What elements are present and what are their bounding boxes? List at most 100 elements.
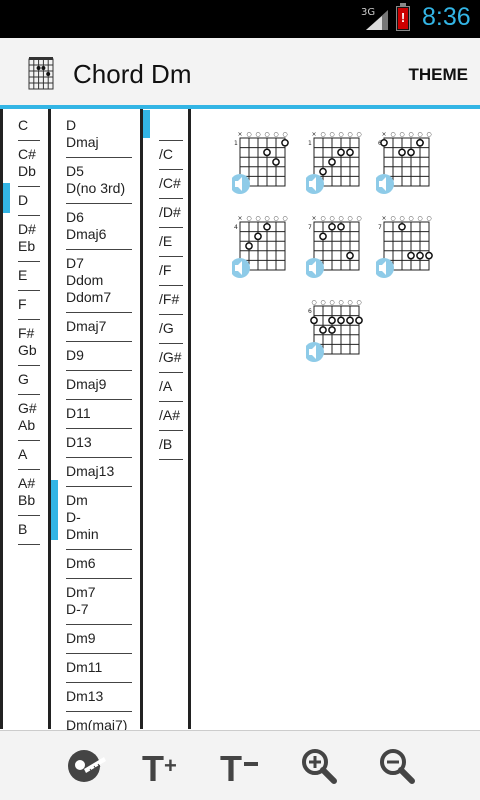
svg-text:T: T [220,748,242,789]
chord-type-item[interactable]: Dm6 [66,550,132,579]
bass-note-item[interactable]: /F [159,257,183,286]
finger-dot [337,222,345,231]
chord-type-item[interactable]: Dm11 [66,654,132,683]
finger-dot [337,316,345,325]
bass-note-item[interactable]: /D# [159,199,183,228]
finger-dot [281,138,289,147]
finger-dot [319,232,327,241]
chord-type-item[interactable]: D9 [66,342,132,371]
chord-diagram[interactable]: × ○ ○ ○ ○ ○ 1 [232,130,290,196]
chord-type-label: Dmaj6 [66,226,107,242]
root-note-label: A [18,446,28,462]
bass-note-item[interactable]: /C [159,141,183,170]
finger-dot [319,326,327,334]
string-marker: ○ [390,215,395,222]
chord-type-item[interactable]: Dmaj7 [66,313,132,342]
string-marker: ○ [320,131,325,138]
chord-diagram[interactable]: ○ ○ ○ ○ ○ ○ 6 [306,298,364,364]
zoom-out-icon[interactable] [374,743,420,789]
root-note-list[interactable]: C C# Db D D# Eb E F F# Gb G G# Ab A A# Bb B [18,112,40,545]
bass-note-item[interactable]: /E [159,228,183,257]
finger-dot [254,232,262,241]
theme-button[interactable]: THEME [409,65,469,85]
chord-type-label: Dm6 [66,555,96,571]
chord-type-label: D6 [66,209,84,225]
chord-selection-marker [51,480,58,540]
chord-type-list[interactable]: D Dmaj D5 D(no 3rd) D6 Dmaj6 D7 Ddom Ddom7 Dmaj7 D… [66,112,132,741]
chord-diagram[interactable]: × ○ ○ ○ ○ ○ 7 [306,214,364,280]
text-larger-icon[interactable]: T + [140,743,186,789]
chord-diagram[interactable]: × ○ ○ ○ ○ ○ 1 [306,130,364,196]
bass-note-label: /E [159,233,173,249]
chord-type-label: D-7 [66,601,89,617]
svg-text:T: T [142,748,164,789]
root-note-item[interactable]: G [18,366,40,395]
root-note-item[interactable]: E [18,262,40,291]
chord-diagram[interactable]: × ○ ○ ○ ○ ○ 4 [232,214,290,280]
string-marker: ○ [255,215,260,222]
guitar-icon[interactable] [64,743,110,789]
bass-note-item[interactable]: /A# [159,402,183,431]
root-note-item[interactable]: D [18,187,40,216]
chord-type-item[interactable]: D6 Dmaj6 [66,204,132,250]
bass-note-item[interactable] [159,112,183,141]
chord-type-label: Dmaj7 [66,318,107,334]
finger-dot [355,316,363,325]
root-note-item[interactable]: A# Bb [18,470,40,516]
string-marker: ○ [390,131,395,138]
finger-dot [346,251,354,260]
chord-type-item[interactable]: Dmaj9 [66,371,132,400]
chord-type-label: Dmaj13 [66,463,115,479]
root-note-item[interactable]: G# Ab [18,395,40,441]
chord-type-item[interactable]: D7 Ddom Ddom7 [66,250,132,313]
finger-dot [245,242,253,250]
root-note-item[interactable]: A [18,441,40,470]
chord-type-item[interactable]: D Dmaj [66,112,132,158]
bass-note-item[interactable]: /G# [159,344,183,373]
bass-note-label: /G [159,320,174,336]
string-marker: ○ [417,131,422,138]
root-note-label: Gb [18,342,37,358]
root-note-item[interactable]: D# Eb [18,216,40,262]
root-note-label: F# [18,325,35,341]
bass-note-item[interactable]: /B [159,431,183,460]
root-note-label: Bb [18,492,36,508]
finger-dot [337,148,345,157]
chord-type-label: Ddom [66,272,104,288]
root-note-item[interactable]: F# Gb [18,320,40,366]
fret-number: 6 [308,308,312,315]
zoom-in-icon[interactable] [296,743,342,789]
string-marker: ○ [320,299,325,306]
chord-type-item[interactable]: D13 [66,429,132,458]
chord-diagram[interactable]: × ○ ○ ○ ○ ○ 7 [376,214,434,280]
chord-type-item[interactable]: D11 [66,400,132,429]
column-border [140,109,143,729]
chord-type-item[interactable]: Dm D- Dmin [66,487,132,550]
chord-type-item[interactable]: Dmaj13 [66,458,132,487]
bass-note-item[interactable]: /C# [159,170,183,199]
chord-type-item[interactable]: D5 D(no 3rd) [66,158,132,204]
fret-number: 1 [308,140,312,147]
chord-diagram[interactable]: × ○ ○ ○ ○ ○6 [376,130,434,196]
root-note-item[interactable]: C# Db [18,141,40,187]
text-smaller-icon[interactable]: T [218,743,264,789]
root-note-item[interactable]: B [18,516,40,545]
string-marker: ○ [426,215,431,222]
bass-note-item[interactable]: /G [159,315,183,344]
bass-note-label: /A [159,378,173,394]
root-note-label: C [18,117,29,133]
bass-note-list[interactable]: /C/C# /D# /E/F/F# /G/G# /A/A# /B [159,112,183,460]
chord-type-item[interactable]: Dm13 [66,683,132,712]
root-note-item[interactable]: F [18,291,40,320]
bass-note-item[interactable]: /F# [159,286,183,315]
chord-type-item[interactable]: Dm7 D-7 [66,579,132,625]
finger-dot [425,251,433,260]
root-note-item[interactable]: C [18,112,40,141]
bass-note-label: /D# [159,204,181,220]
chord-chart-app-icon[interactable] [27,55,55,91]
chord-type-item[interactable]: Dm9 [66,625,132,654]
chord-type-label: D [66,117,77,133]
finger-dot [416,138,424,147]
bass-note-item[interactable]: /A [159,373,183,402]
finger-dot [416,251,424,260]
